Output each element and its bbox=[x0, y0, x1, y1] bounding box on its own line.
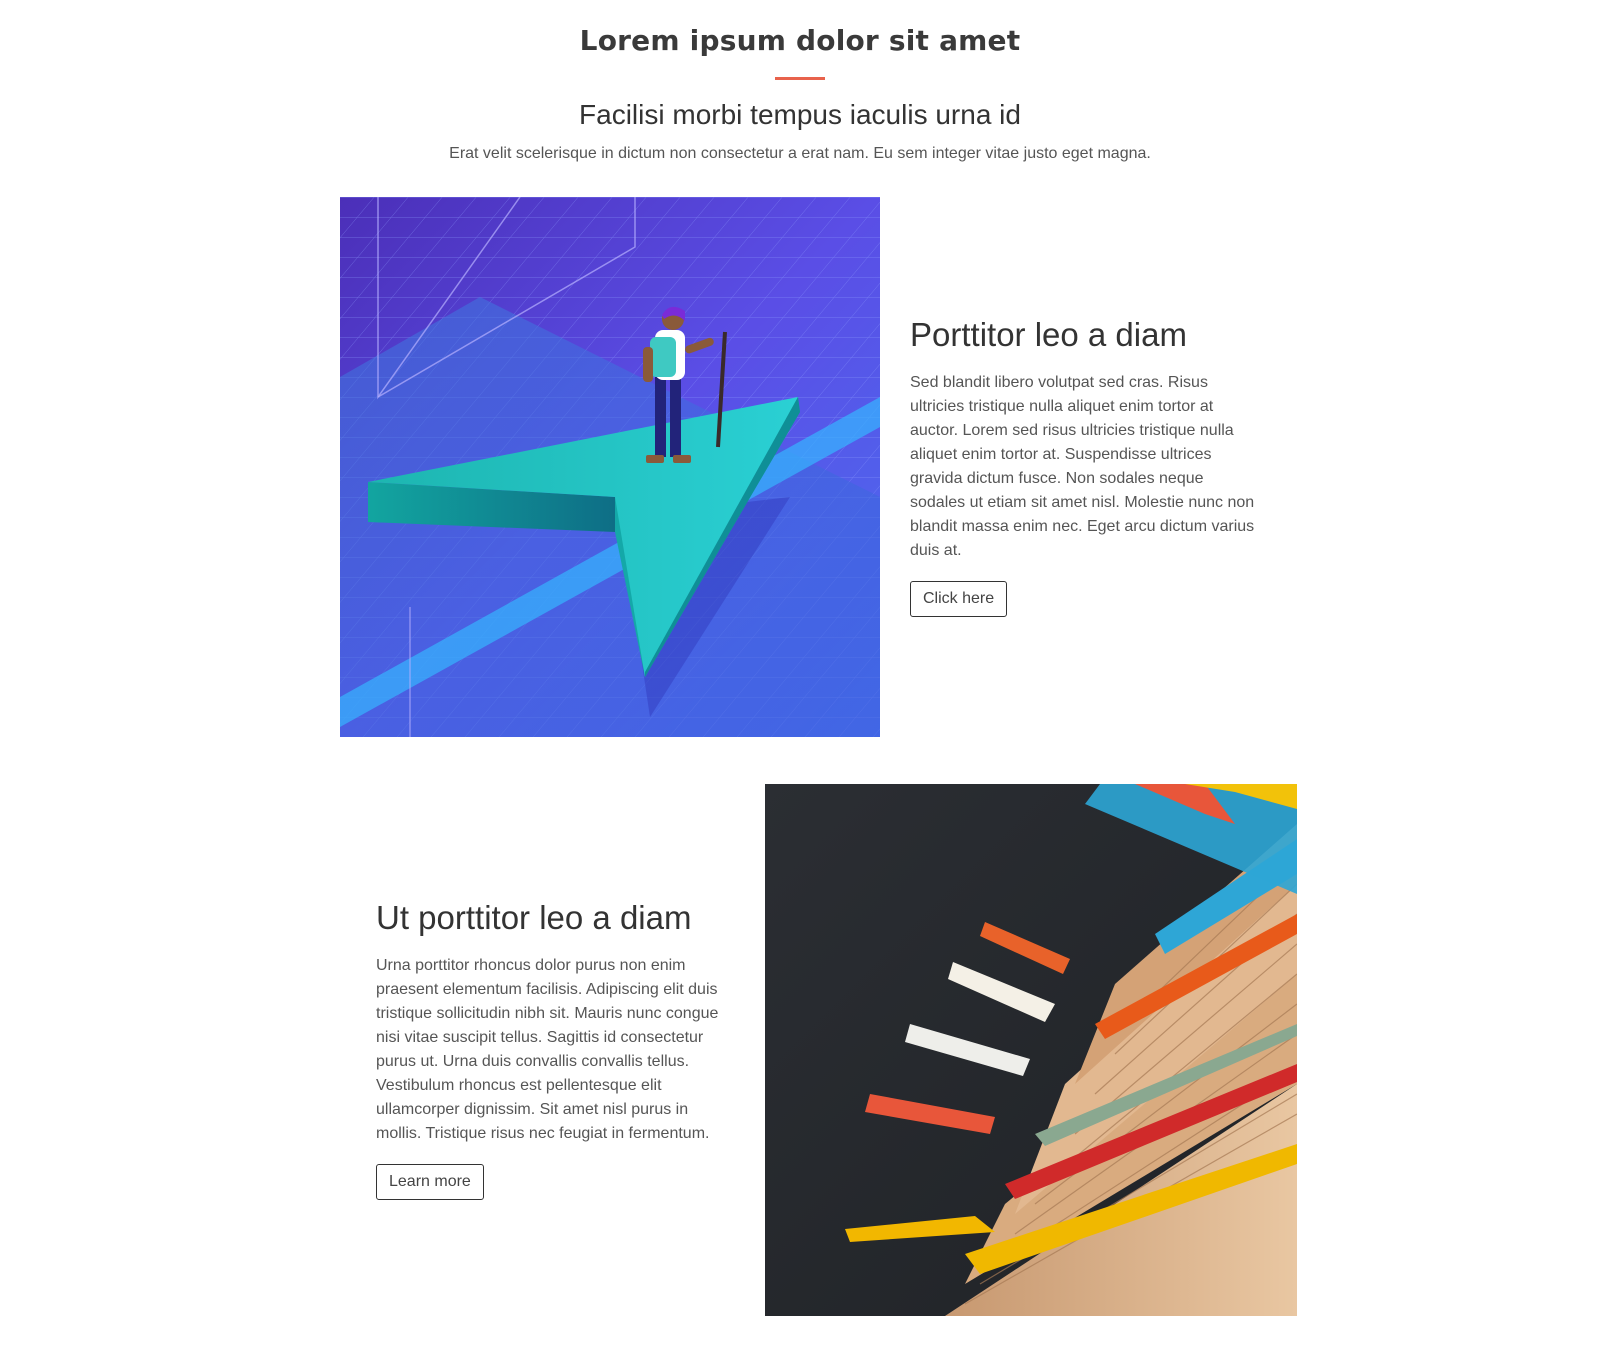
feature-1-content: Porttitor leo a diam Sed blandit libero … bbox=[910, 315, 1260, 617]
feature-image-illustration bbox=[340, 197, 880, 737]
title-divider bbox=[775, 77, 825, 80]
page-title: Lorem ipsum dolor sit amet bbox=[579, 24, 1021, 57]
feature-2-content: Ut porttitor leo a diam Urna porttitor r… bbox=[376, 898, 736, 1200]
isometric-illustration-svg bbox=[340, 197, 880, 737]
intro-text: Erat velit scelerisque in dictum non con… bbox=[449, 145, 1151, 162]
page-subtitle: Facilisi morbi tempus iaculis urna id bbox=[579, 99, 1021, 130]
feature-1-body: Sed blandit libero volutpat sed cras. Ri… bbox=[910, 373, 1255, 559]
feature-2-heading: Ut porttitor leo a diam bbox=[376, 899, 692, 936]
learn-more-button[interactable]: Learn more bbox=[376, 1163, 484, 1200]
feature-2-body: Urna porttitor rhoncus dolor purus non e… bbox=[376, 956, 719, 1142]
feature-1-heading: Porttitor leo a diam bbox=[910, 316, 1187, 353]
book-tabs-photo-svg bbox=[765, 784, 1297, 1316]
feature-image-books bbox=[765, 784, 1297, 1316]
click-here-button[interactable]: Click here bbox=[910, 580, 1008, 617]
